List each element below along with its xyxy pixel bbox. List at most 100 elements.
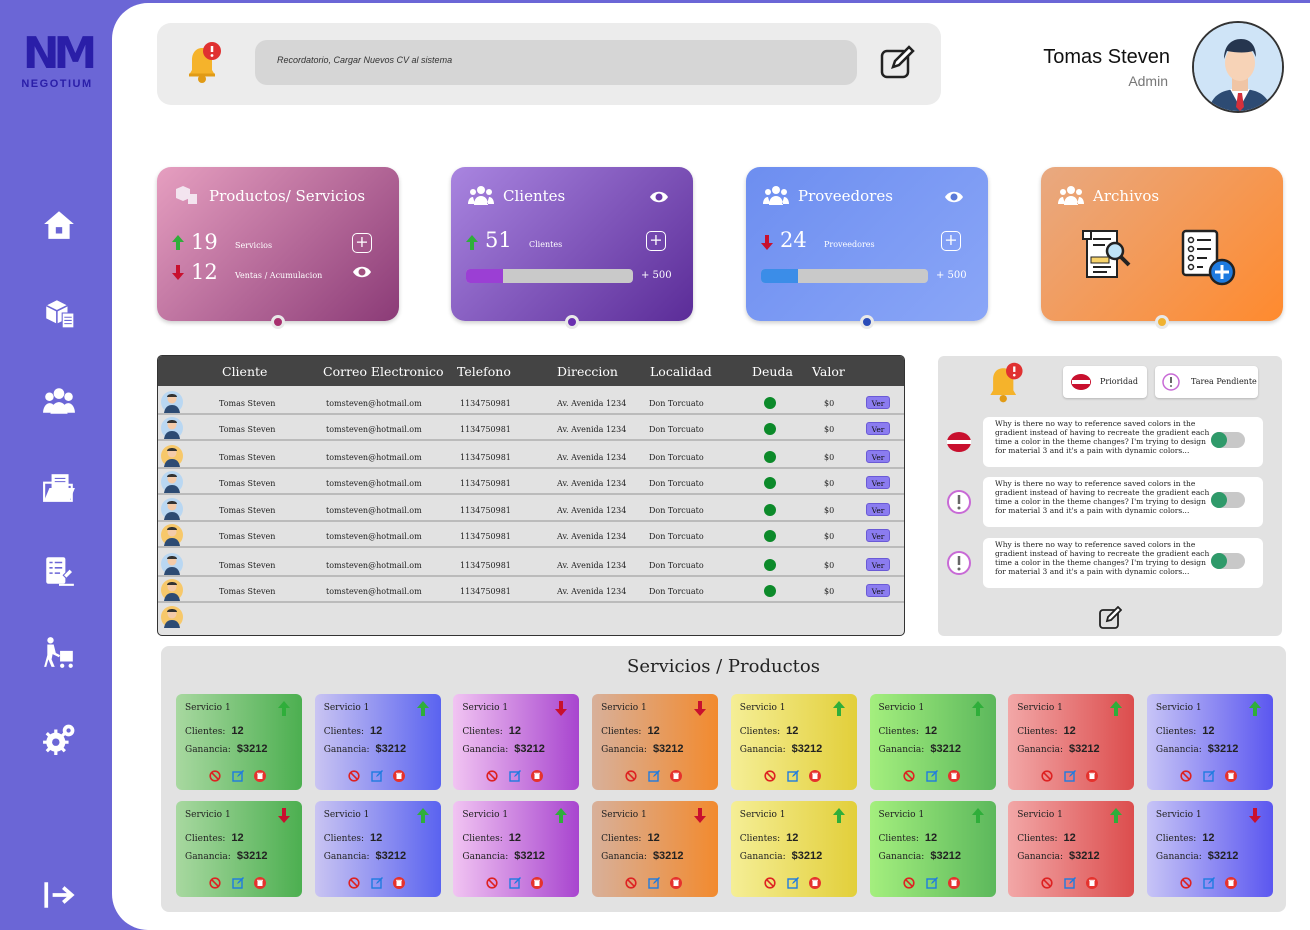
service-card[interactable]: Servicio 1 Clientes: 12 Ganancia: $3212 bbox=[869, 801, 996, 897]
service-card[interactable]: Servicio 1 Clientes: 12 Ganancia: $3212 bbox=[592, 694, 719, 790]
delete-icon[interactable] bbox=[531, 877, 544, 889]
edit-icon[interactable] bbox=[787, 770, 799, 782]
disable-icon[interactable] bbox=[902, 770, 915, 782]
boxes-icon[interactable] bbox=[40, 294, 78, 332]
card-clientes[interactable]: Clientes 51 Clientes + + 500 bbox=[451, 167, 693, 329]
disable-icon[interactable] bbox=[209, 877, 221, 889]
eye-icon[interactable] bbox=[944, 189, 964, 203]
logout-icon[interactable] bbox=[40, 876, 78, 914]
disable-icon[interactable] bbox=[209, 770, 221, 782]
edit-icon[interactable] bbox=[1064, 877, 1077, 889]
pending-filter-chip[interactable]: Tarea Pendiente bbox=[1155, 366, 1258, 398]
disable-icon[interactable] bbox=[348, 770, 360, 782]
delete-icon[interactable] bbox=[254, 877, 266, 889]
edit-icon[interactable] bbox=[232, 770, 244, 782]
delete-icon[interactable] bbox=[947, 770, 960, 782]
view-button[interactable]: Ver bbox=[866, 558, 890, 571]
column-header[interactable]: Direccion bbox=[557, 364, 618, 379]
delete-icon[interactable] bbox=[808, 770, 821, 782]
edit-icon[interactable] bbox=[787, 877, 799, 889]
disable-icon[interactable] bbox=[902, 877, 915, 889]
add-button[interactable]: + bbox=[941, 231, 961, 251]
disable-icon[interactable] bbox=[764, 770, 776, 782]
card-proveedores[interactable]: Proveedores 24 Proveedores + + 500 bbox=[746, 167, 988, 329]
column-header[interactable]: Localidad bbox=[650, 364, 712, 379]
notification-toggle[interactable] bbox=[1211, 553, 1245, 569]
delete-icon[interactable] bbox=[670, 877, 683, 889]
view-button[interactable]: Ver bbox=[866, 476, 890, 489]
service-card[interactable]: Servicio 1 Clientes: 12 Ganancia: $3212 bbox=[1146, 801, 1273, 897]
service-card[interactable]: Servicio 1 Clientes: 12 Ganancia: $3212 bbox=[453, 801, 580, 897]
bell-icon[interactable] bbox=[179, 39, 229, 89]
edit-icon[interactable] bbox=[1203, 877, 1215, 889]
service-card[interactable]: Servicio 1 Clientes: 12 Ganancia: $3212 bbox=[1008, 694, 1135, 790]
edit-icon[interactable] bbox=[925, 877, 938, 889]
edit-icon[interactable] bbox=[1064, 770, 1077, 782]
view-button[interactable]: Ver bbox=[866, 529, 890, 542]
priority-filter-chip[interactable]: Prioridad bbox=[1063, 366, 1147, 398]
notification-toggle[interactable] bbox=[1211, 432, 1245, 448]
table-row[interactable]: Tomas Steven tomsteven@hotmail.om 11347509… bbox=[158, 444, 904, 469]
disable-icon[interactable] bbox=[1180, 770, 1192, 782]
table-row[interactable]: Tomas Steven tomsteven@hotmail.om 11347509… bbox=[158, 578, 904, 603]
edit-icon[interactable] bbox=[370, 877, 383, 889]
add-button[interactable]: + bbox=[352, 233, 372, 253]
edit-icon[interactable] bbox=[648, 877, 661, 889]
view-button[interactable]: Ver bbox=[866, 503, 890, 516]
column-header[interactable]: Telefono bbox=[457, 364, 511, 379]
column-header[interactable]: Deuda bbox=[752, 364, 793, 379]
edit-icon[interactable] bbox=[370, 770, 383, 782]
edit-icon[interactable] bbox=[232, 877, 244, 889]
table-row[interactable]: Tomas Steven tomsteven@hotmail.om 11347509… bbox=[158, 390, 904, 415]
delete-icon[interactable] bbox=[1224, 877, 1237, 889]
home-icon[interactable] bbox=[40, 206, 78, 244]
service-card[interactable]: Servicio 1 Clientes: 12 Ganancia: $3212 bbox=[1146, 694, 1273, 790]
table-row[interactable]: Tomas Steven tomsteven@hotmail.om 11347509… bbox=[158, 470, 904, 495]
edit-icon[interactable] bbox=[1203, 770, 1215, 782]
service-card[interactable]: Servicio 1 Clientes: 12 Ganancia: $3212 bbox=[176, 801, 302, 897]
delete-icon[interactable] bbox=[808, 877, 821, 889]
view-button[interactable]: Ver bbox=[866, 450, 890, 463]
disable-icon[interactable] bbox=[1041, 877, 1053, 889]
settings-icon[interactable] bbox=[40, 720, 78, 758]
table-row[interactable]: Tomas Steven tomsteven@hotmail.om 11347509… bbox=[158, 416, 904, 441]
disable-icon[interactable] bbox=[625, 770, 637, 782]
service-card[interactable]: Servicio 1 Clientes: 12 Ganancia: $3212 bbox=[730, 801, 857, 897]
column-header[interactable]: Valor bbox=[812, 364, 845, 379]
delete-icon[interactable] bbox=[531, 770, 544, 782]
add-button[interactable]: + bbox=[646, 231, 666, 251]
report-icon[interactable] bbox=[40, 552, 78, 590]
view-button[interactable]: Ver bbox=[866, 396, 890, 409]
view-button[interactable]: Ver bbox=[866, 584, 890, 597]
eye-icon[interactable] bbox=[352, 264, 372, 278]
disable-icon[interactable] bbox=[1180, 877, 1192, 889]
disable-icon[interactable] bbox=[486, 877, 498, 889]
disable-icon[interactable] bbox=[348, 877, 360, 889]
column-header[interactable]: Correo Electronico bbox=[323, 364, 444, 379]
document-search-icon[interactable] bbox=[1081, 227, 1133, 281]
edit-icon[interactable] bbox=[509, 770, 522, 782]
column-header[interactable]: Cliente bbox=[222, 364, 267, 379]
notification-item[interactable]: Why is there no way to reference saved c… bbox=[983, 477, 1263, 527]
view-button[interactable]: Ver bbox=[866, 422, 890, 435]
notification-item[interactable]: Why is there no way to reference saved c… bbox=[983, 538, 1263, 588]
reminder-text[interactable]: Recordatorio, Cargar Nuevos CV al sistem… bbox=[255, 40, 857, 85]
notification-item[interactable]: Why is there no way to reference saved c… bbox=[983, 417, 1263, 467]
card-archivos[interactable]: Archivos bbox=[1041, 167, 1283, 329]
delete-icon[interactable] bbox=[1086, 877, 1099, 889]
eye-icon[interactable] bbox=[649, 189, 669, 203]
service-card[interactable]: Servicio 1 Clientes: 12 Ganancia: $3212 bbox=[730, 694, 857, 790]
delete-icon[interactable] bbox=[1086, 770, 1099, 782]
table-row[interactable]: Tomas Steven tomsteven@hotmail.om 11347509… bbox=[158, 523, 904, 548]
card-productos[interactable]: Productos/ Servicios 19 Servicios + 12 V… bbox=[157, 167, 399, 329]
service-card[interactable]: Servicio 1 Clientes: 12 Ganancia: $3212 bbox=[1008, 801, 1135, 897]
disable-icon[interactable] bbox=[764, 877, 776, 889]
folder-icon[interactable] bbox=[40, 469, 78, 507]
delete-icon[interactable] bbox=[1224, 770, 1237, 782]
service-card[interactable]: Servicio 1 Clientes: 12 Ganancia: $3212 bbox=[314, 801, 441, 897]
edit-icon[interactable] bbox=[1098, 605, 1123, 630]
delete-icon[interactable] bbox=[254, 770, 266, 782]
delete-icon[interactable] bbox=[392, 770, 405, 782]
service-card[interactable]: Servicio 1 Clientes: 12 Ganancia: $3212 bbox=[592, 801, 719, 897]
disable-icon[interactable] bbox=[625, 877, 637, 889]
